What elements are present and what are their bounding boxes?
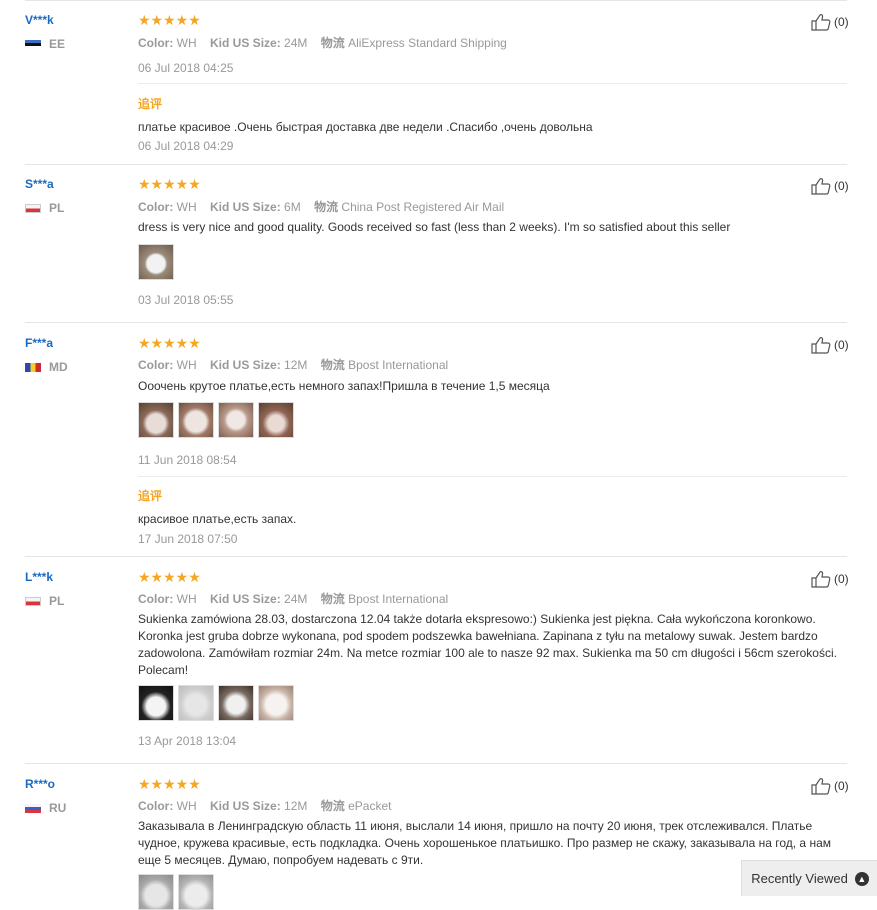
review-divider xyxy=(25,556,847,557)
review-divider xyxy=(25,763,847,764)
review-meta: Color: WH Kid US Size: 12M 物流 ePacket xyxy=(138,799,392,813)
review-photos xyxy=(138,874,218,910)
flag-ru-icon xyxy=(25,803,41,813)
helpful-button[interactable]: (0) xyxy=(811,177,849,195)
review-photos xyxy=(138,402,298,438)
thumbs-up-icon xyxy=(811,14,831,31)
divider xyxy=(138,476,847,477)
reviewer-country: PL xyxy=(25,594,64,608)
review-photo-thumbnail[interactable] xyxy=(178,402,214,438)
append-label: 追评 xyxy=(138,489,163,503)
review-meta: Color: WH Kid US Size: 12M 物流 Bpost Inte… xyxy=(138,358,449,372)
review-divider xyxy=(25,322,847,323)
recently-viewed-label: Recently Viewed xyxy=(751,871,848,886)
review-divider xyxy=(25,164,847,165)
review-photo-thumbnail[interactable] xyxy=(138,244,174,280)
review-text: Ооочень крутое платье,есть немного запах… xyxy=(138,379,550,393)
reviewer-country: PL xyxy=(25,201,64,215)
review-meta: Color: WH Kid US Size: 6M 物流 China Post … xyxy=(138,200,505,214)
review-photo-thumbnail[interactable] xyxy=(258,685,294,721)
flag-pl-icon xyxy=(25,596,41,606)
thumbs-up-icon xyxy=(811,778,831,795)
reviewer-name[interactable]: R***o xyxy=(25,777,55,791)
helpful-count: (0) xyxy=(834,338,849,352)
star-rating: ★★★★★ xyxy=(138,569,201,585)
review-photo-thumbnail[interactable] xyxy=(258,402,294,438)
reviewer-name[interactable]: S***a xyxy=(25,177,54,191)
review-date: 13 Apr 2018 13:04 xyxy=(138,734,237,748)
star-rating: ★★★★★ xyxy=(138,176,201,192)
helpful-count: (0) xyxy=(834,179,849,193)
reviewer-country: EE xyxy=(25,37,65,51)
review-date: 03 Jul 2018 05:55 xyxy=(138,293,234,307)
review-date: 06 Jul 2018 04:25 xyxy=(138,61,234,75)
append-date: 06 Jul 2018 04:29 xyxy=(138,139,234,153)
append-date: 17 Jun 2018 07:50 xyxy=(138,532,238,546)
review-photo-thumbnail[interactable] xyxy=(178,874,214,910)
append-text: красивое платье,есть запах. xyxy=(138,512,297,526)
top-divider xyxy=(25,0,847,1)
reviewer-country: RU xyxy=(25,801,66,815)
review-photos xyxy=(138,685,298,721)
star-rating: ★★★★★ xyxy=(138,776,201,792)
review-photos xyxy=(138,244,178,280)
reviewer-name[interactable]: L***k xyxy=(25,570,53,584)
thumbs-up-icon xyxy=(811,571,831,588)
review-photo-thumbnail[interactable] xyxy=(138,874,174,910)
chevron-up-icon: ▲ xyxy=(854,871,869,886)
review-photo-thumbnail[interactable] xyxy=(218,685,254,721)
append-text: платье красивое .Очень быстрая доставка … xyxy=(138,120,593,134)
review-photo-thumbnail[interactable] xyxy=(138,402,174,438)
divider xyxy=(138,83,847,84)
review-meta: Color: WH Kid US Size: 24M 物流 Bpost Inte… xyxy=(138,592,449,606)
reviewer-name[interactable]: F***a xyxy=(25,336,53,350)
star-rating: ★★★★★ xyxy=(138,12,201,28)
review-photo-thumbnail[interactable] xyxy=(178,685,214,721)
reviewer-name[interactable]: V***k xyxy=(25,13,54,27)
helpful-count: (0) xyxy=(834,572,849,586)
flag-md-icon xyxy=(25,362,41,372)
helpful-button[interactable]: (0) xyxy=(811,13,849,31)
reviewer-country: MD xyxy=(25,360,68,374)
helpful-button[interactable]: (0) xyxy=(811,336,849,354)
helpful-button[interactable]: (0) xyxy=(811,777,849,795)
append-label: 追评 xyxy=(138,97,163,111)
review-text: dress is very nice and good quality. Goo… xyxy=(138,220,731,234)
review-photo-thumbnail[interactable] xyxy=(218,402,254,438)
thumbs-up-icon xyxy=(811,178,831,195)
star-rating: ★★★★★ xyxy=(138,335,201,351)
review-meta: Color: WH Kid US Size: 24M 物流 AliExpress… xyxy=(138,36,507,50)
helpful-count: (0) xyxy=(834,779,849,793)
review-photo-thumbnail[interactable] xyxy=(138,685,174,721)
flag-ee-icon xyxy=(25,39,41,49)
recently-viewed-button[interactable]: Recently Viewed ▲ xyxy=(741,860,877,896)
helpful-button[interactable]: (0) xyxy=(811,570,849,588)
helpful-count: (0) xyxy=(834,15,849,29)
flag-pl-icon xyxy=(25,203,41,213)
review-text: Sukienka zamówiona 28.03, dostarczona 12… xyxy=(138,612,837,677)
thumbs-up-icon xyxy=(811,337,831,354)
review-date: 11 Jun 2018 08:54 xyxy=(138,453,237,467)
